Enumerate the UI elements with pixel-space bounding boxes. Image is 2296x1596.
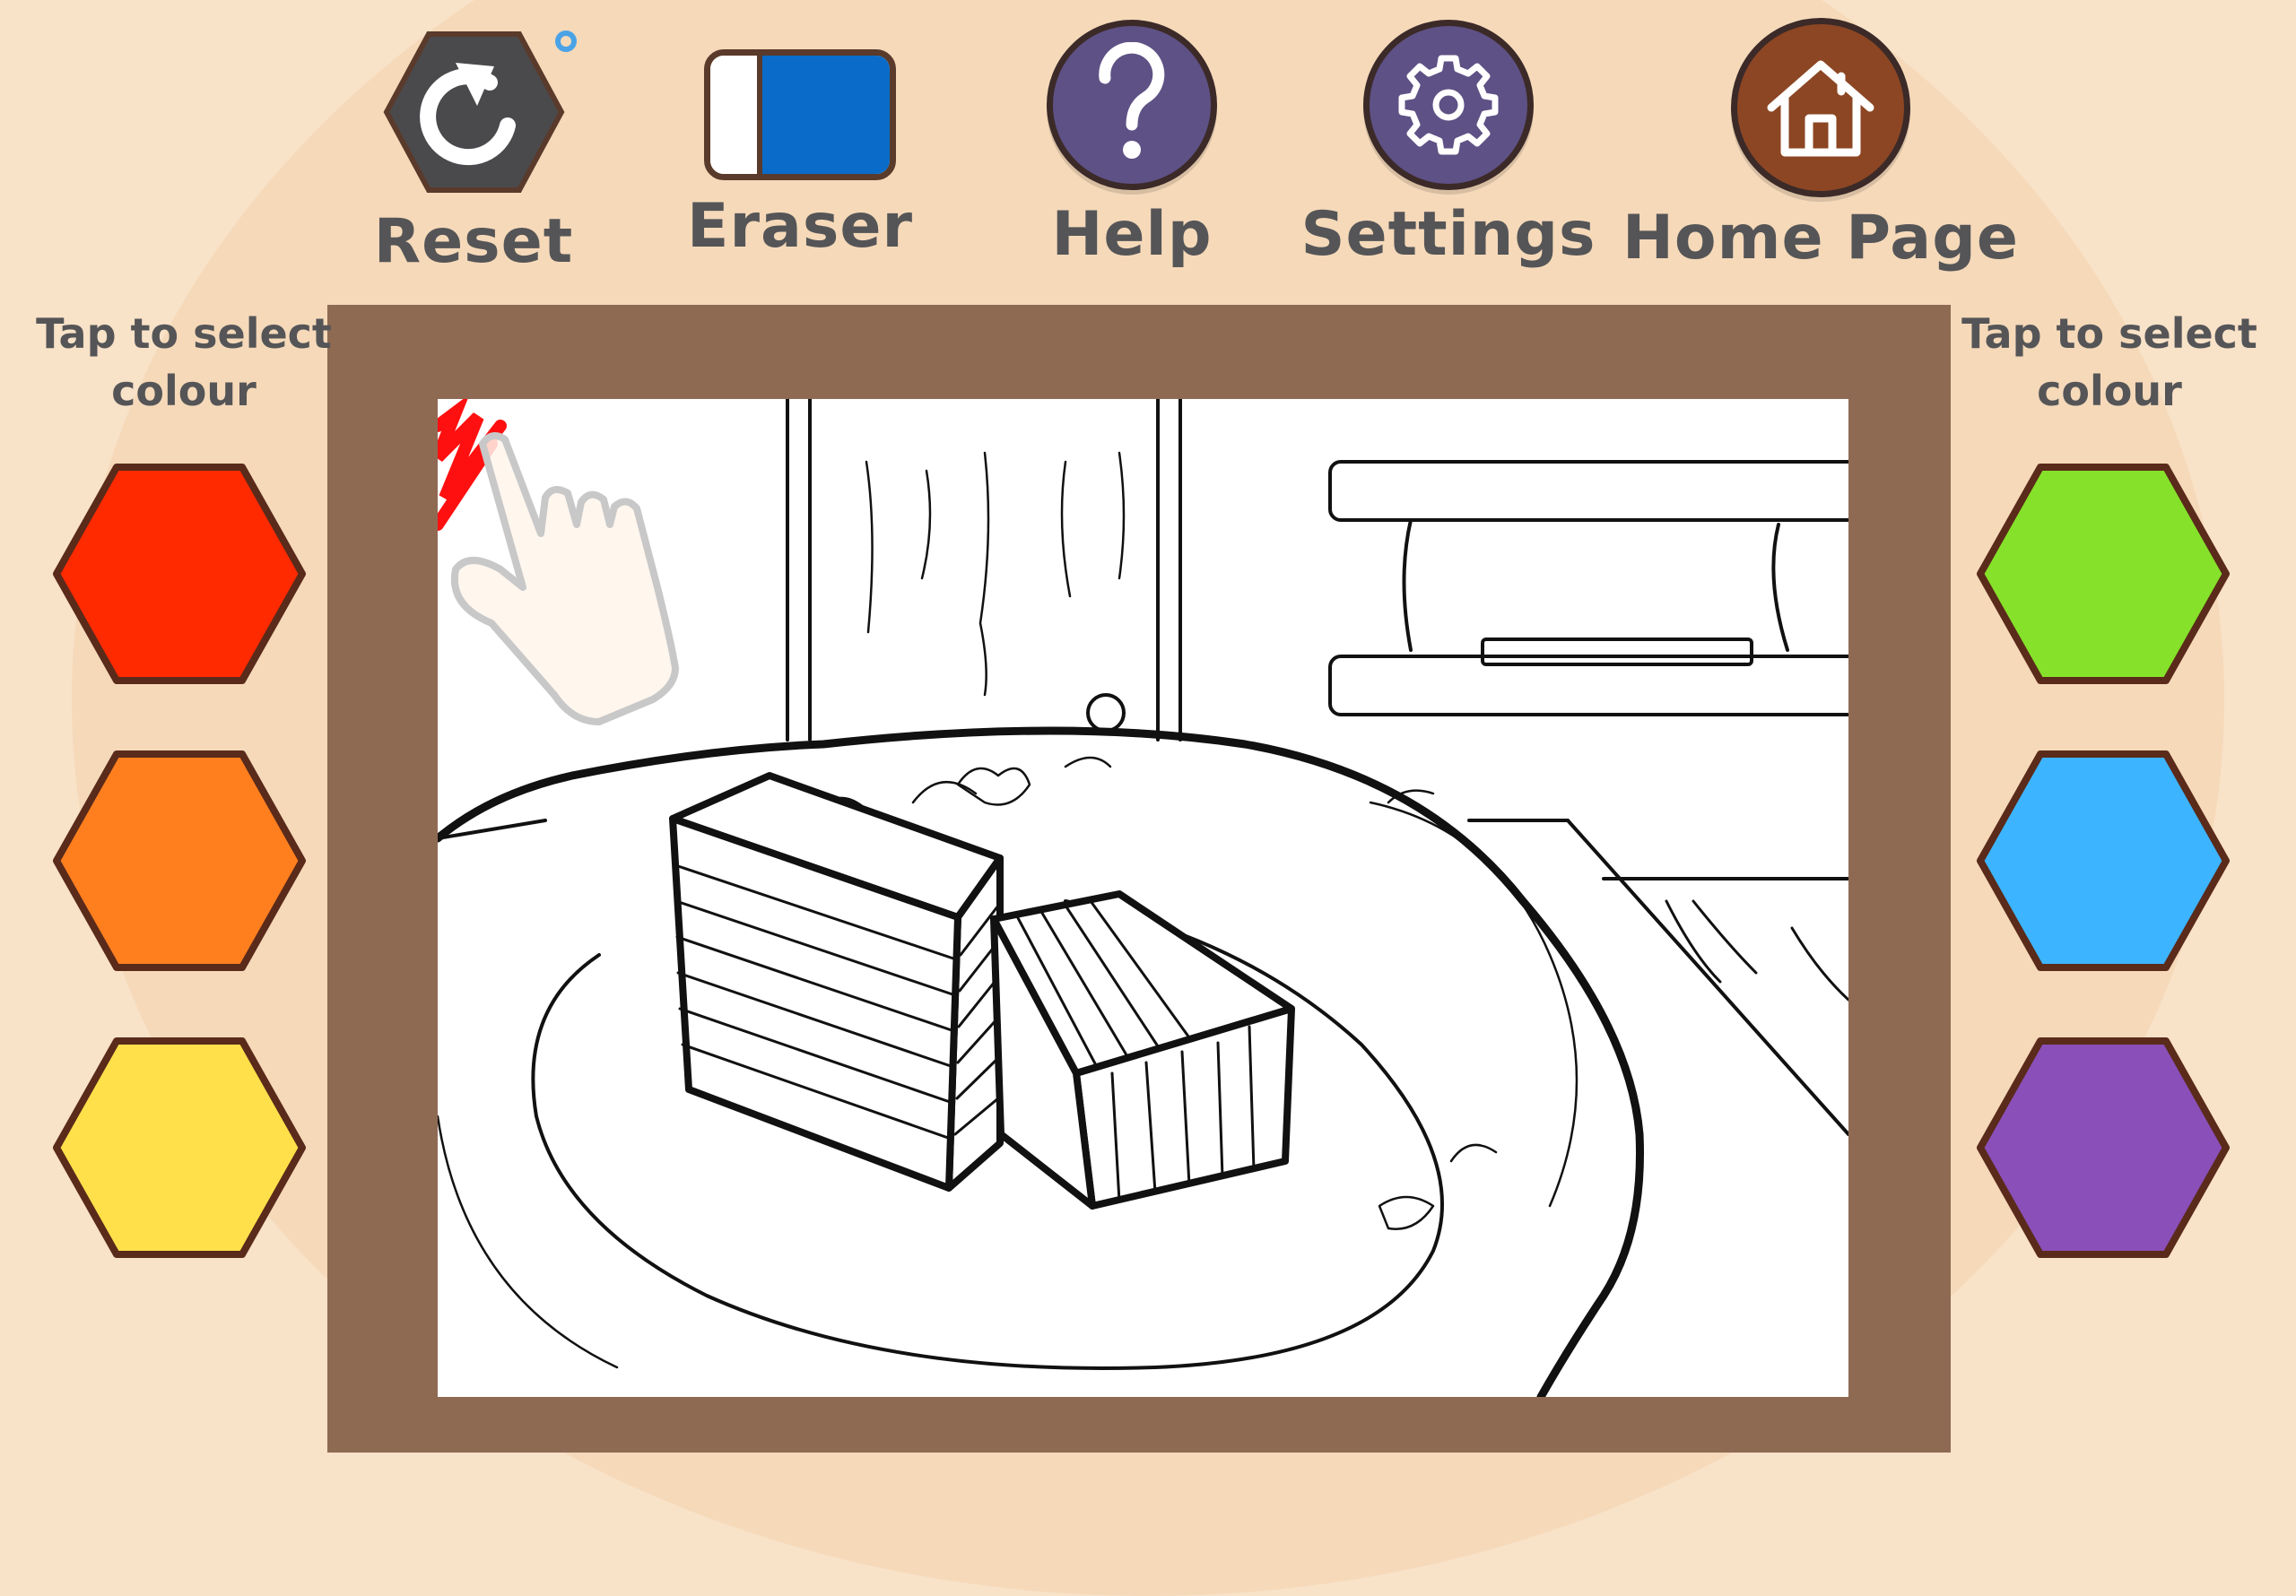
eraser-button[interactable]: Eraser (687, 45, 912, 262)
notification-dot-icon (554, 30, 577, 52)
help-label: Help (1051, 199, 1213, 270)
reset-label: Reset (373, 206, 574, 277)
eraser-icon (704, 49, 896, 180)
gear-icon (1363, 20, 1534, 190)
colour-swatch-blue[interactable] (1973, 749, 2233, 973)
colour-swatch-yellow[interactable] (49, 1036, 309, 1260)
right-colour-hint: Tap to select colour (1961, 309, 2257, 415)
colouring-canvas[interactable] (438, 399, 1848, 1397)
house-icon (1731, 18, 1910, 197)
settings-label: Settings (1300, 199, 1596, 270)
help-button[interactable]: Help (1024, 20, 1239, 270)
home-page-label: Home Page (1622, 203, 2019, 273)
colour-swatch-orange[interactable] (49, 749, 309, 973)
colour-swatch-purple[interactable] (1973, 1036, 2233, 1260)
wood-grain (865, 451, 1126, 697)
eraser-label: Eraser (687, 191, 914, 262)
kek-lapis-block-left (669, 772, 1004, 1192)
tap-hand-icon (450, 432, 679, 725)
kek-lapis-block-right (990, 890, 1295, 1210)
question-mark-icon (1047, 20, 1217, 190)
colour-swatch-green[interactable] (1973, 462, 2233, 686)
left-colour-hint: Tap to select colour (36, 309, 332, 415)
home-page-button[interactable]: Home Page (1622, 18, 2018, 273)
settings-button[interactable]: Settings (1301, 20, 1596, 270)
colour-swatch-red[interactable] (49, 462, 309, 686)
reset-icon (382, 27, 577, 197)
shelf (1328, 460, 1848, 716)
reset-button[interactable]: Reset (373, 27, 577, 277)
